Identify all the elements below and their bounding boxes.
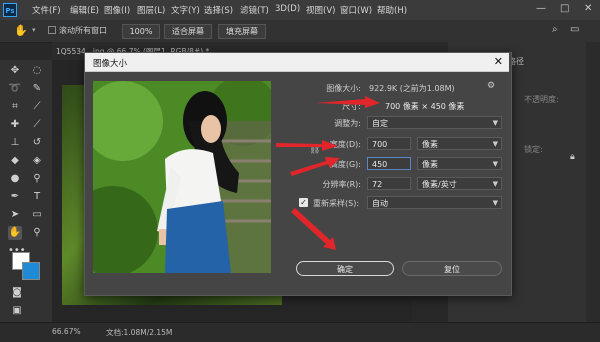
annotation-arrows bbox=[276, 96, 380, 250]
arrow-dimensions bbox=[315, 96, 380, 108]
arrow-width bbox=[276, 140, 338, 151]
arrow-ok bbox=[291, 208, 336, 250]
arrow-height bbox=[290, 157, 340, 176]
